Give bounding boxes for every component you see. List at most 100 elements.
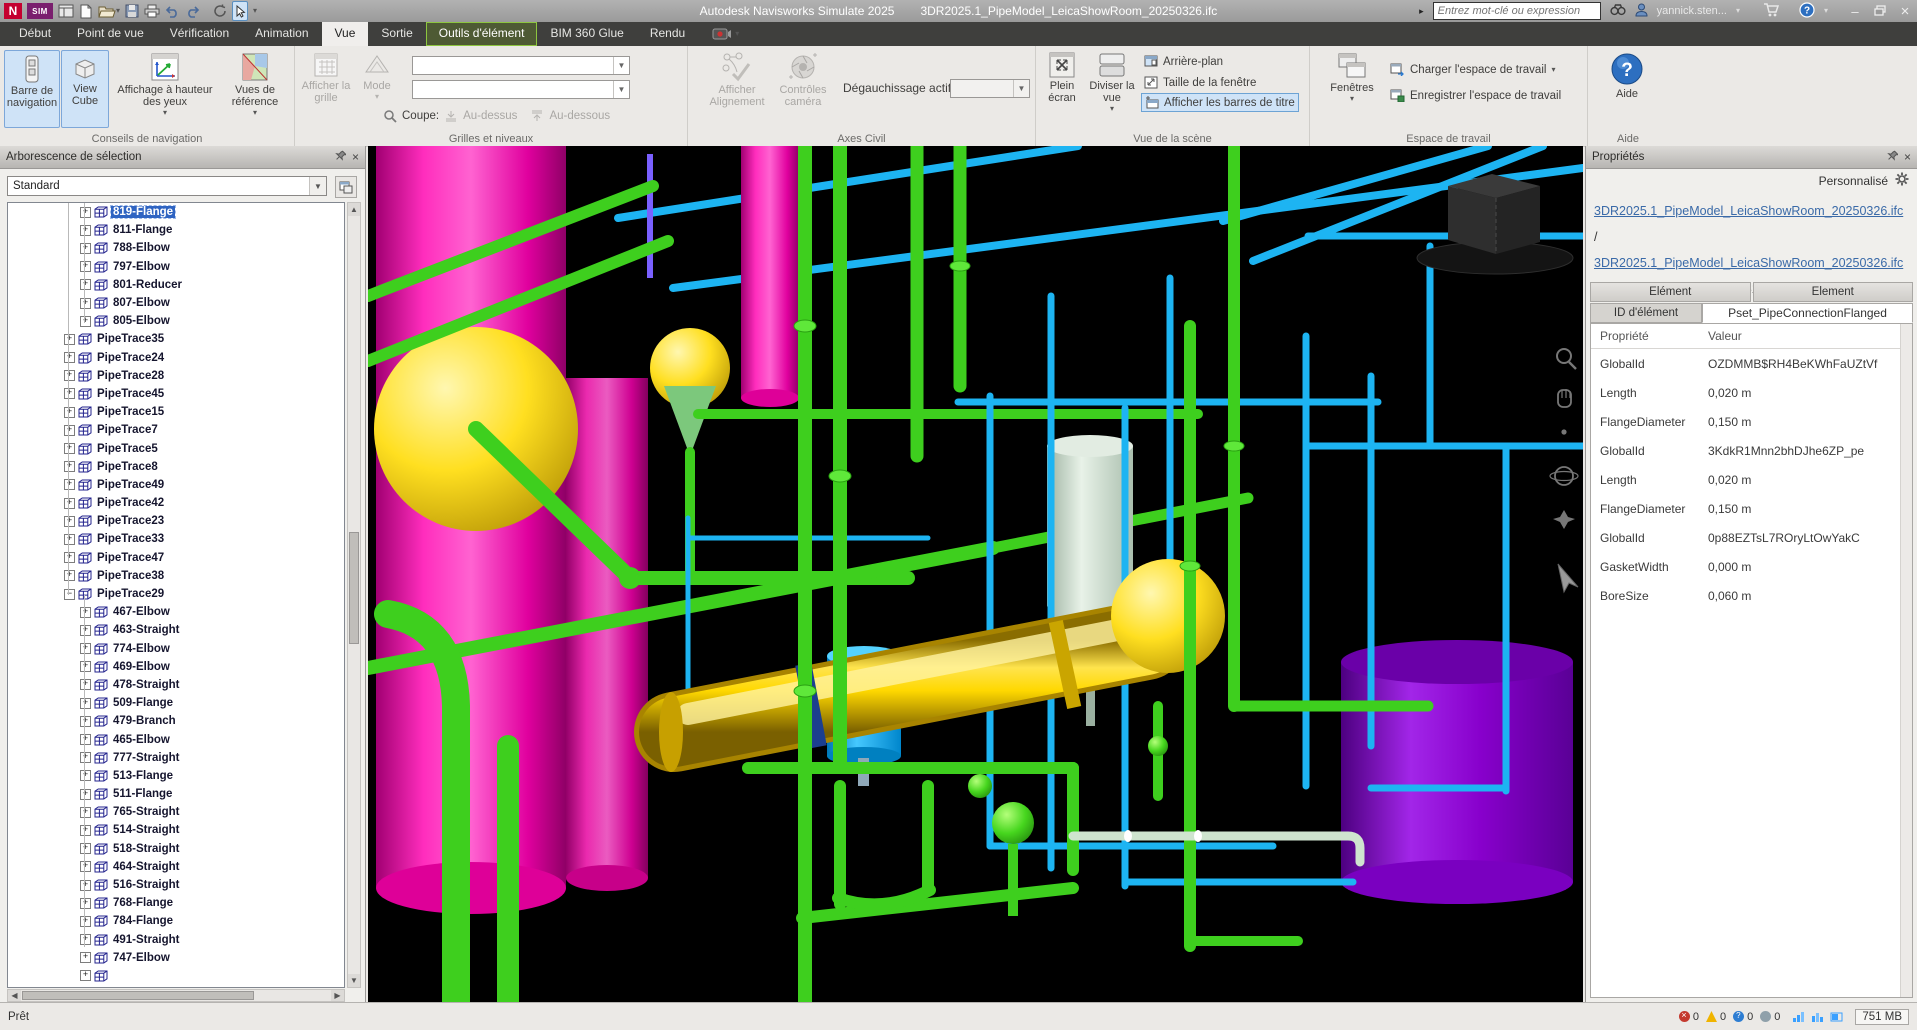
tree-item[interactable]: +509-Flange [8,694,344,712]
tab-element-1[interactable]: Elément [1590,282,1751,302]
tree-item[interactable]: +811-Flange [8,221,344,239]
tree-item[interactable]: +463-Straight [8,621,344,639]
expand-icon[interactable]: + [80,279,91,290]
combo-caret-icon[interactable]: ▼ [1013,80,1029,97]
show-title-bars-button[interactable]: Afficher les barres de titre [1141,93,1299,112]
show-grid-button[interactable]: Afficher la grille [297,50,355,126]
tab-outils-d-l-ment[interactable]: Outils d'élément [426,22,538,46]
tree-item[interactable]: +PipeTrace28 [8,367,344,385]
expand-icon[interactable]: + [80,661,91,672]
expand-icon[interactable]: + [80,970,91,981]
tree-item-label[interactable]: 765-Straight [111,806,181,818]
scroll-thumb[interactable] [349,532,359,644]
tree-item-label[interactable]: 491-Straight [111,934,181,946]
close-button[interactable]: × [1897,3,1913,20]
close-panel-icon[interactable]: × [1904,150,1911,164]
expand-icon[interactable]: + [64,552,75,563]
expand-icon[interactable]: + [80,643,91,654]
expand-icon[interactable]: + [80,825,91,836]
tree-item[interactable]: +467-Elbow [8,603,344,621]
tab-sortie[interactable]: Sortie [368,22,425,46]
expand-icon[interactable]: + [80,916,91,927]
gear-icon[interactable] [1895,172,1909,189]
above-label[interactable]: Au-dessus [463,110,517,122]
scroll-left-icon[interactable]: ◀ [8,990,21,1001]
full-screen-button[interactable]: Plein écran [1040,50,1084,126]
tree-item-label[interactable]: 514-Straight [111,824,181,836]
window-size-button[interactable]: Taille de la fenêtre [1144,73,1256,92]
user-icon[interactable] [1635,3,1648,20]
app-menu-icon[interactable] [58,3,74,19]
tree-item[interactable]: + PipeTrace33 [8,530,344,548]
tree-item[interactable]: +PipeTrace47 [8,549,344,567]
tree-mode-combo[interactable]: Standard ▼ [7,176,327,196]
tree-horizontal-scrollbar[interactable]: ◀ ▶ [7,989,345,1002]
grid-sublevel-combo[interactable]: ▼ [412,80,630,99]
expand-icon[interactable]: + [80,952,91,963]
tree-item-label[interactable]: 797-Elbow [111,261,172,273]
tree-item[interactable]: +511-Flange [8,785,344,803]
expand-icon[interactable]: + [64,479,75,490]
below-label[interactable]: Au-dessous [549,110,610,122]
reference-views-button[interactable]: Vues de référence ▾ [222,50,288,126]
expand-icon[interactable]: + [64,516,75,527]
tree-item-label[interactable]: PipeTrace15 [95,406,166,418]
tree-item[interactable]: +805-Elbow [8,312,344,330]
expand-icon[interactable]: + [64,498,75,509]
expand-icon[interactable]: + [80,716,91,727]
expand-icon[interactable]: + [80,607,91,618]
redo-icon[interactable] [185,3,200,19]
background-button[interactable]: Arrière-plan [1144,52,1223,71]
expand-icon[interactable]: + [64,388,75,399]
tree-item-label[interactable]: 777-Straight [111,752,181,764]
tree-item[interactable]: +PipeTrace35 [8,330,344,348]
expand-icon[interactable]: + [64,443,75,454]
new-file-icon[interactable] [79,3,93,19]
tree-item-label[interactable]: 465-Elbow [111,734,172,746]
show-alignment-button[interactable]: Afficher Alignement [706,50,768,126]
combo-caret-icon[interactable]: ▼ [309,177,326,195]
expand-icon[interactable]: + [64,534,75,545]
tab-d-but[interactable]: Début [6,22,64,46]
expand-icon[interactable]: + [80,207,91,218]
breadcrumb-item[interactable]: 3DR2025.1_PipeModel_LeicaShowRoom_202503… [1594,204,1903,218]
tree-item[interactable]: +774-Elbow [8,640,344,658]
expand-icon[interactable]: + [80,298,91,309]
tree-item-label[interactable]: PipeTrace45 [95,388,166,400]
close-panel-icon[interactable]: × [352,150,359,164]
tree-item-label[interactable]: PipeTrace33 [95,533,166,545]
expand-icon[interactable]: + [80,898,91,909]
panel-switch-icon[interactable] [335,176,357,198]
tree-item[interactable]: +788-Elbow [8,239,344,257]
tree-item[interactable]: +469-Elbow [8,658,344,676]
search-input[interactable] [1433,2,1601,20]
tree-item-label[interactable]: PipeTrace29 [95,588,166,600]
tab-pset-pipeconnectionflanged[interactable]: Pset_PipeConnectionFlanged [1702,303,1913,323]
tree-item-label[interactable]: PipeTrace8 [95,461,160,473]
tree-item[interactable]: +465-Elbow [8,730,344,748]
print-icon[interactable] [144,3,160,19]
magnifier-icon[interactable] [383,109,397,123]
breadcrumb-item[interactable]: 3DR2025.1_PipeModel_LeicaShowRoom_202503… [1594,256,1903,270]
expand-icon[interactable]: + [80,734,91,745]
tree-item[interactable]: +PipeTrace8 [8,458,344,476]
tree-item[interactable]: +777-Straight [8,749,344,767]
expand-icon[interactable]: + [80,261,91,272]
tree-item[interactable]: + PipeTrace45 [8,385,344,403]
scroll-right-icon[interactable]: ▶ [331,990,344,1001]
save-icon[interactable] [125,3,139,19]
errors-indicator[interactable]: 0 [1679,1011,1699,1023]
customize-label[interactable]: Personnalisé [1819,174,1888,188]
user-dropdown-icon[interactable]: ▾ [1736,8,1740,14]
tree-item-label[interactable]: 509-Flange [111,697,175,709]
tree-item[interactable]: + [8,967,344,985]
restore-button[interactable] [1872,4,1888,19]
expand-icon[interactable]: + [64,370,75,381]
select-tool-icon[interactable] [232,1,248,21]
tab-animation[interactable]: Animation [242,22,321,46]
expand-icon[interactable]: + [80,880,91,891]
refresh-icon[interactable] [213,3,227,19]
properties-titlebar[interactable]: Propriétés × [1586,146,1917,169]
tab-rendu[interactable]: Rendu [637,22,698,46]
tree-item[interactable]: +PipeTrace38 [8,567,344,585]
